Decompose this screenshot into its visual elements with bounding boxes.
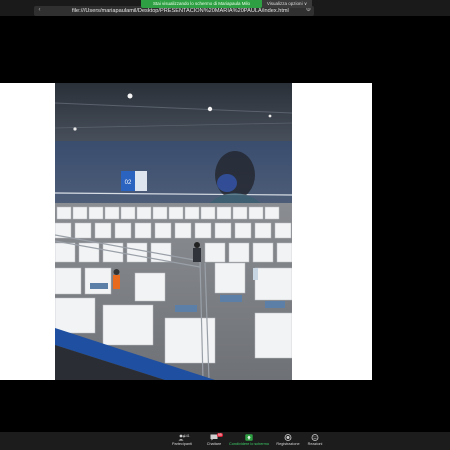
share-screen-icon <box>245 434 253 441</box>
reactions-icon <box>311 434 319 441</box>
reactions-button[interactable]: Reazioni <box>304 433 326 449</box>
screen-share-banner: Stai visualizzando lo schermo di Mariapa… <box>141 0 262 8</box>
worker-orange <box>113 275 120 289</box>
record-icon <box>284 434 292 441</box>
chat-button[interactable]: 99 Chattare <box>201 433 227 449</box>
shared-video[interactable]: 02 <box>55 83 292 380</box>
participants-button[interactable]: 141 Partecipanti <box>168 433 196 449</box>
participants-count: 141 <box>184 434 190 438</box>
share-screen-label: Condividere lo schermo <box>229 442 269 446</box>
settings-icon[interactable]: ⚙ <box>305 7 312 14</box>
hospital-hall-image: 02 <box>55 83 292 380</box>
back-icon[interactable]: ‹ <box>36 7 43 14</box>
address-url: file:///Users/mariapaulamil/Desktop/PRES… <box>72 8 289 14</box>
wall-sign-number: 02 <box>125 180 132 186</box>
chat-badge: 99 <box>217 433 223 437</box>
chat-label: Chattare <box>206 442 222 446</box>
record-button[interactable]: Registrazione <box>273 433 303 449</box>
reactions-label: Reazioni <box>307 442 323 446</box>
view-options-button[interactable]: Visualizza opzioni ∨ <box>262 0 312 8</box>
record-label: Registrazione <box>276 442 300 446</box>
share-screen-button[interactable]: Condividere lo schermo <box>227 433 271 449</box>
participants-label: Partecipanti <box>171 442 193 446</box>
